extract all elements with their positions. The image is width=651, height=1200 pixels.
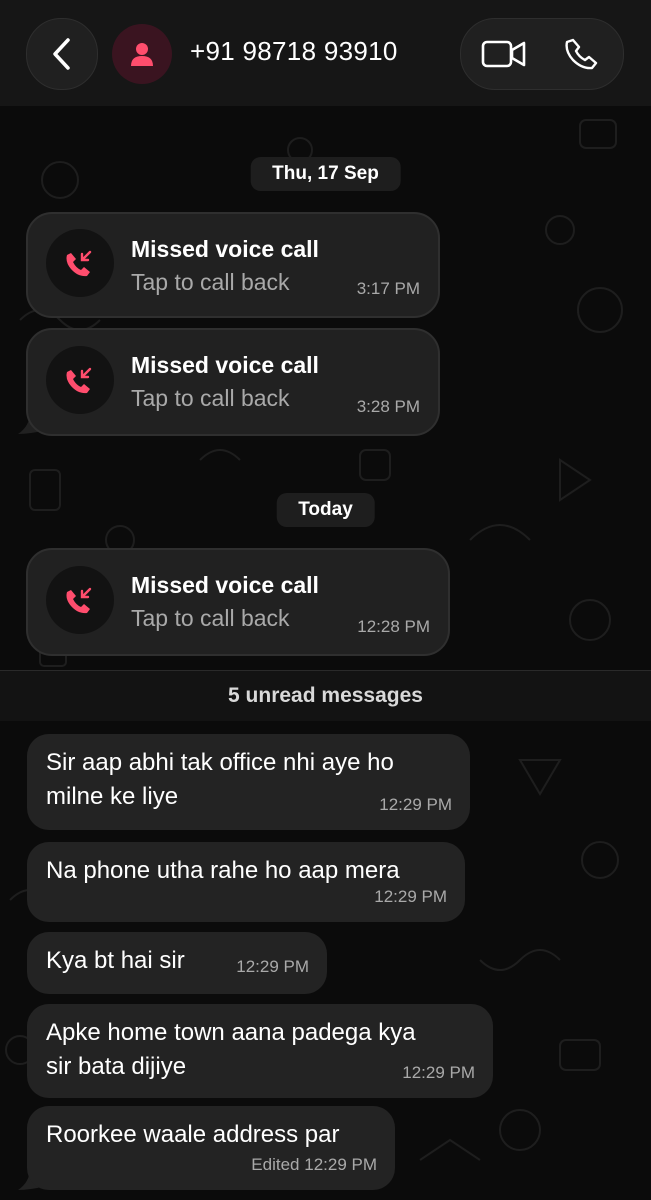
missed-call-icon-wrap <box>46 346 114 414</box>
message-time: 12:29 PM <box>304 1155 377 1174</box>
call-time: 12:28 PM <box>357 617 430 636</box>
message-text: Roorkee waale address par <box>46 1121 340 1148</box>
incoming-message[interactable]: Sir aap abhi tak office nhi aye ho milne… <box>27 734 470 830</box>
message-text: Na phone utha rahe ho aap mera <box>46 857 400 884</box>
missed-call-card[interactable]: Missed voice call Tap to call back 12:28… <box>26 548 450 656</box>
message-text: sir bata dijiye <box>46 1053 187 1080</box>
video-call-button[interactable] <box>481 37 527 71</box>
message-time: 12:29 PM <box>236 957 309 976</box>
unread-separator: 5 unread messages <box>0 670 651 721</box>
incoming-message[interactable]: Na phone utha rahe ho aap mera 12:29 PM <box>27 842 465 922</box>
voice-call-button[interactable] <box>565 37 599 71</box>
missed-call-icon <box>66 367 92 394</box>
unread-count: 5 unread messages <box>228 684 423 707</box>
chat-header: +91 98718 93910 <box>0 0 651 106</box>
message-text: Sir aap abhi tak office nhi aye ho <box>46 749 394 776</box>
call-subtitle: Tap to call back <box>131 605 290 631</box>
missed-call-icon <box>66 587 92 614</box>
missed-call-icon-wrap <box>46 229 114 297</box>
incoming-message[interactable]: Apke home town aana padega kya sir bata … <box>27 1004 493 1098</box>
incoming-message[interactable]: Kya bt hai sir 12:29 PM <box>27 932 327 994</box>
message-text: milne ke liye <box>46 783 179 810</box>
missed-call-card[interactable]: Missed voice call Tap to call back 3:28 … <box>26 328 440 436</box>
person-icon <box>131 43 153 66</box>
message-time: 12:29 PM <box>402 1063 475 1082</box>
message-text: Kya bt hai sir <box>46 947 185 974</box>
message-time: 12:29 PM <box>379 795 452 814</box>
incoming-message[interactable]: Roorkee waale address par Edited 12:29 P… <box>27 1106 395 1190</box>
date-separator: Thu, 17 Sep <box>250 157 401 191</box>
back-button[interactable] <box>26 18 98 90</box>
call-subtitle: Tap to call back <box>131 385 290 411</box>
missed-call-card[interactable]: Missed voice call Tap to call back 3:17 … <box>26 212 440 318</box>
missed-call-icon-wrap <box>46 566 114 634</box>
avatar[interactable] <box>112 24 172 84</box>
video-camera-icon <box>481 40 526 68</box>
call-title: Missed voice call <box>131 236 319 262</box>
missed-call-icon <box>66 250 92 277</box>
message-time: 12:29 PM <box>374 887 447 906</box>
call-subtitle: Tap to call back <box>131 269 290 295</box>
call-actions <box>460 18 624 90</box>
message-text: Apke home town aana padega kya <box>46 1019 416 1046</box>
call-title: Missed voice call <box>131 572 319 598</box>
edited-label: Edited <box>251 1155 300 1174</box>
date-separator: Today <box>276 493 375 527</box>
call-title: Missed voice call <box>131 352 319 378</box>
call-time: 3:17 PM <box>356 279 420 298</box>
chevron-left-icon <box>53 38 70 70</box>
phone-icon <box>565 38 598 70</box>
call-time: 3:28 PM <box>356 397 420 416</box>
contact-name[interactable]: +91 98718 93910 <box>190 36 398 67</box>
